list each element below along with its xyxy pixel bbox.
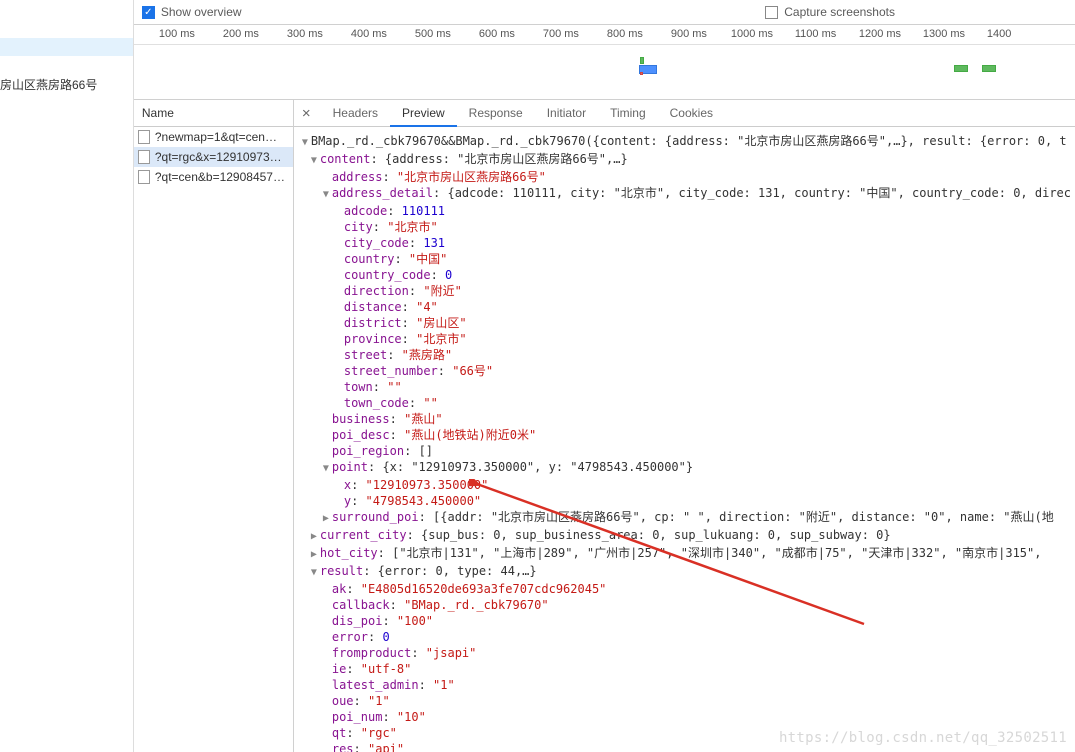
tab-timing[interactable]: Timing [598, 100, 658, 127]
file-icon [138, 130, 150, 144]
timeline-tick: 300 ms [287, 28, 323, 40]
watermark-text: https://blog.csdn.net/qq_32502511 [779, 730, 1067, 746]
timeline-request-bar[interactable] [982, 65, 996, 72]
timeline-request-bar[interactable] [640, 57, 644, 64]
timeline-tick: 1200 ms [859, 28, 901, 40]
request-row[interactable]: ?qt=rgc&x=12910973… [134, 147, 293, 167]
network-timeline[interactable]: 100 ms 200 ms 300 ms 400 ms 500 ms 600 m… [134, 25, 1075, 100]
capture-screenshots-label: Capture screenshots [784, 5, 895, 19]
capture-screenshots-toggle[interactable]: Capture screenshots [765, 5, 895, 19]
request-name: ?qt=rgc&x=12910973… [155, 150, 282, 164]
timeline-tick: 200 ms [223, 28, 259, 40]
timeline-tick: 400 ms [351, 28, 387, 40]
tab-initiator[interactable]: Initiator [535, 100, 598, 127]
timeline-tick: 800 ms [607, 28, 643, 40]
webpage-highlight [0, 38, 133, 56]
timeline-tick: 1100 ms [795, 28, 836, 40]
timeline-tick: 600 ms [479, 28, 515, 40]
request-list: ?newmap=1&qt=cen… ?qt=rgc&x=12910973… ?q… [134, 127, 293, 752]
name-column-header[interactable]: Name [134, 100, 293, 127]
webpage-address-text: 房山区燕房路66号 [0, 76, 97, 93]
timeline-tick: 700 ms [543, 28, 579, 40]
request-row[interactable]: ?qt=cen&b=12908457… [134, 167, 293, 187]
recording-settings-bar: ✓ Show overview Capture screenshots [134, 0, 1075, 25]
request-name: ?qt=cen&b=12908457… [155, 170, 285, 184]
timeline-tick: 100 ms [159, 28, 195, 40]
show-overview-toggle[interactable]: ✓ Show overview [142, 5, 242, 19]
show-overview-label: Show overview [161, 5, 242, 19]
timeline-request-bar[interactable] [954, 65, 968, 72]
tab-headers[interactable]: Headers [321, 100, 390, 127]
response-preview[interactable]: ▼BMap._rd._cbk79670&&BMap._rd._cbk79670(… [294, 127, 1075, 752]
tab-response[interactable]: Response [457, 100, 535, 127]
timeline-request-bar[interactable] [640, 72, 643, 75]
timeline-tick: 1300 ms [923, 28, 965, 40]
webpage-preview-pane: 房山区燕房路66号 [0, 0, 134, 752]
timeline-tick: 1400 [987, 28, 1011, 40]
timeline-tick: 900 ms [671, 28, 707, 40]
request-row[interactable]: ?newmap=1&qt=cen… [134, 127, 293, 147]
file-icon [138, 170, 150, 184]
detail-tabs: × Headers Preview Response Initiator Tim… [294, 100, 1075, 127]
tab-preview[interactable]: Preview [390, 100, 457, 127]
tab-cookies[interactable]: Cookies [658, 100, 725, 127]
checkbox-icon [765, 6, 778, 19]
request-name: ?newmap=1&qt=cen… [155, 130, 277, 144]
file-icon [138, 150, 150, 164]
timeline-tick: 1000 ms [731, 28, 773, 40]
checkbox-icon: ✓ [142, 6, 155, 19]
close-icon[interactable]: × [300, 105, 321, 122]
timeline-tick: 500 ms [415, 28, 451, 40]
